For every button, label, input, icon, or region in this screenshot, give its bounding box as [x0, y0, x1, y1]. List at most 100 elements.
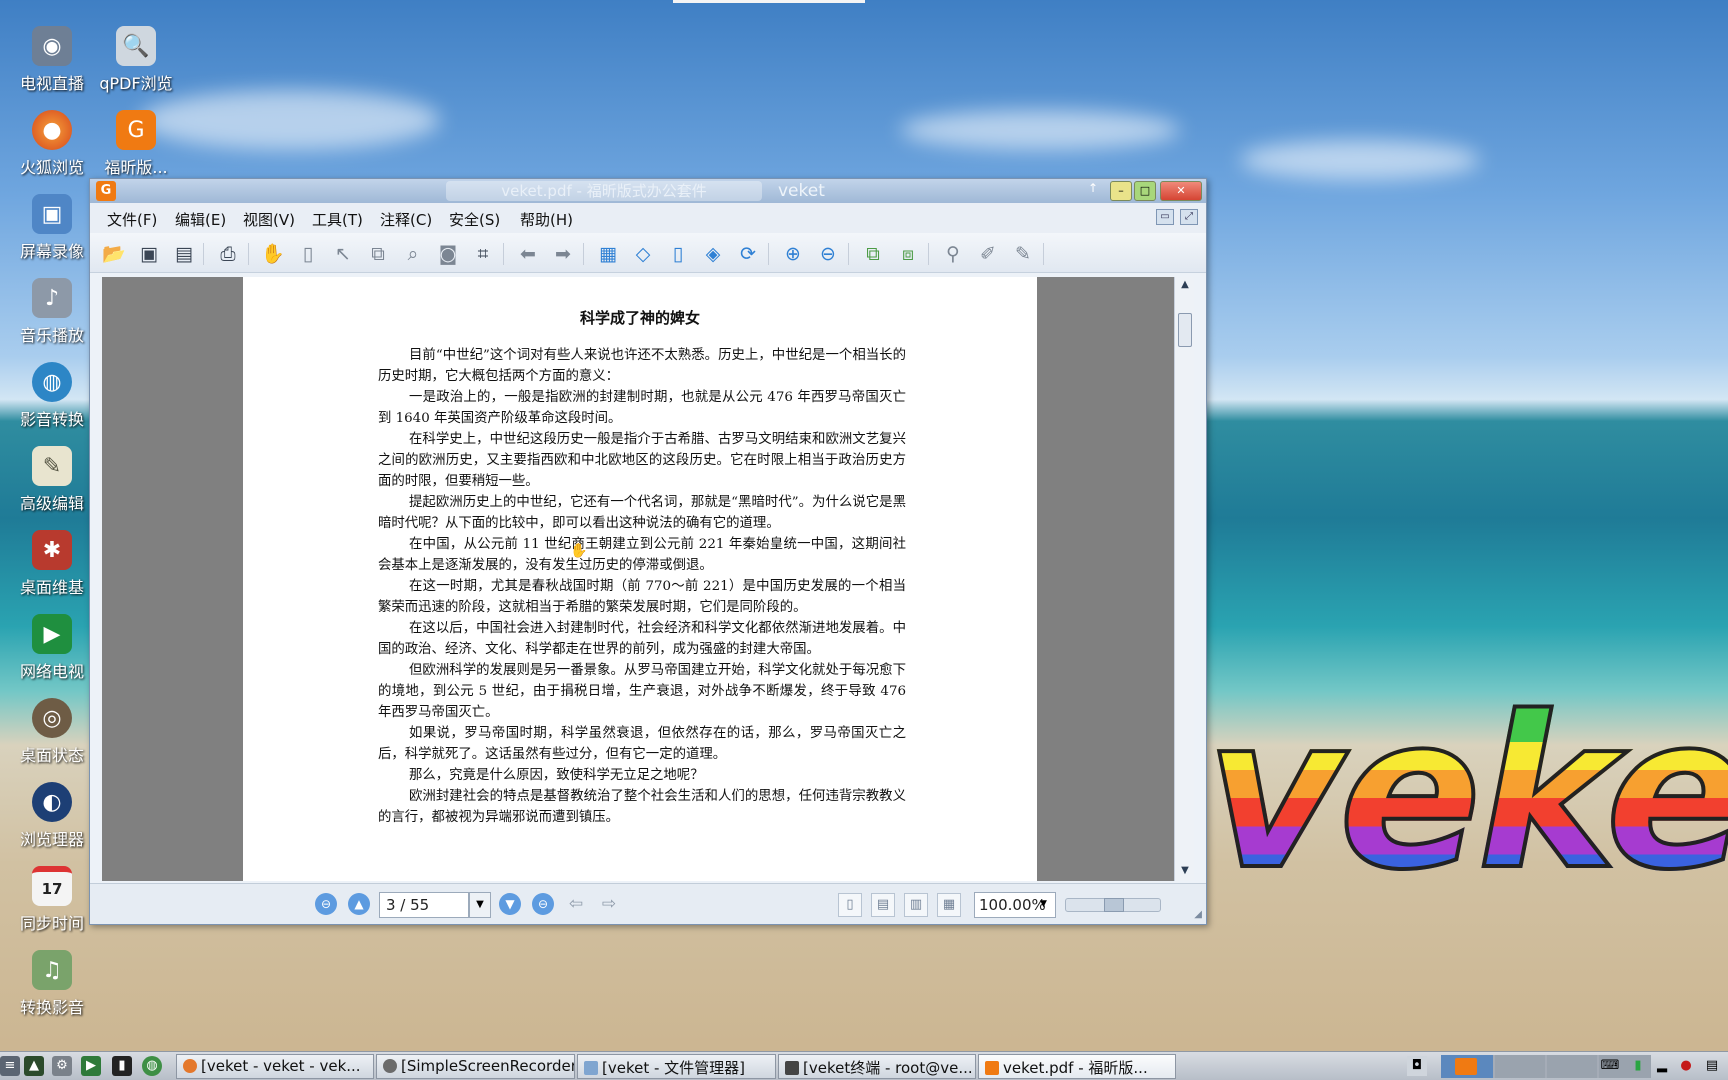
- restore-document-icon[interactable]: ▭: [1156, 209, 1174, 225]
- crop-icon[interactable]: ⌗: [470, 241, 496, 267]
- scroll-thumb[interactable]: [1178, 313, 1192, 347]
- menu-edit[interactable]: 编辑(E): [175, 209, 226, 230]
- desktop-icon-wiki[interactable]: ✱ 桌面维基: [8, 530, 96, 598]
- expand-icon[interactable]: ⤢: [1180, 209, 1198, 225]
- zoom-in-icon[interactable]: ⊕: [780, 241, 806, 267]
- task-terminal[interactable]: [veket终端 - root@ve...: [778, 1054, 976, 1079]
- wiki-icon: ✱: [32, 530, 72, 570]
- desktop-icon-net-tv[interactable]: ▶ 网络电视: [8, 614, 96, 682]
- keyboard-icon[interactable]: ⌨: [1600, 1056, 1620, 1076]
- scroll-down-icon[interactable]: ▼: [1177, 865, 1193, 879]
- pen-icon[interactable]: ✎: [1010, 241, 1036, 267]
- signal-icon[interactable]: ▂: [1652, 1056, 1672, 1076]
- shade-arrow-icon[interactable]: ↑: [1088, 181, 1098, 195]
- rotate-icon[interactable]: ⟳: [735, 241, 761, 267]
- task-browser[interactable]: [veket - veket - vek...: [176, 1054, 374, 1079]
- continuous-facing-icon[interactable]: ▦: [937, 893, 961, 917]
- zoom-dropdown-icon[interactable]: ▼: [1040, 899, 1047, 909]
- stamp-icon[interactable]: ⚲: [940, 241, 966, 267]
- desktop-icon-tv-live[interactable]: ◉ 电视直播: [8, 26, 96, 94]
- scroll-up-icon[interactable]: ▲: [1177, 279, 1193, 293]
- insert-page-icon[interactable]: ⧉: [860, 241, 886, 267]
- desktop-icon-convert-media[interactable]: ♫ 转换影音: [8, 950, 96, 1018]
- select-pointer-icon[interactable]: ↖: [330, 241, 356, 267]
- desktop-icon-firefox[interactable]: ● 火狐浏览: [8, 110, 96, 178]
- save-icon[interactable]: ▣: [136, 241, 162, 267]
- copy-icon[interactable]: ⧉: [365, 241, 391, 267]
- maximize-button[interactable]: □: [1134, 181, 1156, 201]
- next-page-icon[interactable]: ▼: [499, 893, 521, 915]
- terminal-icon[interactable]: ▮: [112, 1056, 132, 1076]
- snapshot-icon[interactable]: ◙: [435, 241, 461, 267]
- sign-tool-icon[interactable]: ✐: [975, 241, 1001, 267]
- print-icon[interactable]: ⎙: [215, 241, 241, 267]
- app-icon[interactable]: G: [96, 181, 116, 201]
- desktop-icon-browser-manager[interactable]: ◐ 浏览理器: [8, 782, 96, 850]
- desktop-icon-media-convert[interactable]: ◍ 影音转换: [8, 362, 96, 430]
- single-page-icon[interactable]: ▯: [838, 893, 862, 917]
- task-foxit[interactable]: veket.pdf - 福昕版...: [978, 1054, 1176, 1079]
- close-button[interactable]: ✕: [1160, 181, 1202, 201]
- paragraph: 那么，究竟是什么原因，致使科学无立足之地呢？: [409, 768, 704, 783]
- desktop-icon-label: 影音转换: [19, 410, 84, 429]
- fit-width-icon[interactable]: ▯: [665, 241, 691, 267]
- forward-view-icon[interactable]: ⇨: [598, 893, 620, 915]
- menu-security[interactable]: 安全(S): [449, 209, 500, 230]
- extract-page-icon[interactable]: ⧈: [895, 241, 921, 267]
- back-arrow-icon[interactable]: ⬅: [515, 241, 541, 267]
- select-text-icon[interactable]: ▯: [295, 241, 321, 267]
- battery-icon[interactable]: ▮: [1628, 1056, 1648, 1076]
- settings-icon[interactable]: ⚙: [52, 1056, 72, 1076]
- menu-help[interactable]: 帮助(H): [520, 209, 573, 230]
- minimize-button[interactable]: –: [1110, 181, 1132, 201]
- desktop-icon-music[interactable]: ♪ 音乐播放: [8, 278, 96, 346]
- task-file-manager[interactable]: [veket - 文件管理器]: [577, 1054, 776, 1079]
- page-number-input[interactable]: 3 / 55: [379, 892, 469, 918]
- page-dropdown-icon[interactable]: ▼: [469, 892, 491, 918]
- system-monitor-icon[interactable]: ▲: [24, 1056, 44, 1076]
- actual-size-icon[interactable]: ▦: [595, 241, 621, 267]
- forward-arrow-icon[interactable]: ➡: [550, 241, 576, 267]
- fit-visible-icon[interactable]: ◈: [700, 241, 726, 267]
- desktop-icon-screen-recorder[interactable]: ▣ 屏幕录像: [8, 194, 96, 262]
- pdf-page[interactable]: 科学成了神的婢女 目前“中世纪”这个词对有些人来说也许还不太熟悉。历史上，中世纪…: [243, 277, 1037, 881]
- media-player-icon[interactable]: ▶: [81, 1056, 101, 1076]
- record-icon[interactable]: ●: [1676, 1056, 1696, 1076]
- workspace-2[interactable]: [1495, 1055, 1545, 1078]
- menu-launcher-icon[interactable]: ≡: [0, 1056, 20, 1076]
- previous-page-icon[interactable]: ▲: [348, 893, 370, 915]
- desktop-icon-label: 同步时间: [19, 914, 84, 933]
- cloud: [1240, 140, 1480, 180]
- menu-comment[interactable]: 注释(C): [380, 209, 432, 230]
- desktop-icon-sync-time[interactable]: 17 同步时间: [8, 866, 96, 934]
- desktop-icon-desktop-status[interactable]: ◎ 桌面状态: [8, 698, 96, 766]
- screenshot-tray-icon[interactable]: ◘: [1407, 1056, 1427, 1076]
- zoom-slider-knob[interactable]: [1104, 898, 1124, 912]
- continuous-icon[interactable]: ▤: [871, 893, 895, 917]
- find-icon[interactable]: ⌕: [400, 241, 426, 267]
- vertical-scrollbar[interactable]: ▲ ▼: [1174, 277, 1194, 881]
- desktop-icon-advanced-editor[interactable]: ✎ 高级编辑: [8, 446, 96, 514]
- desktop-icon-qpdf[interactable]: 🔍 qPDF浏览: [92, 26, 180, 94]
- first-page-icon[interactable]: ⊖: [315, 893, 337, 915]
- resize-grip-icon[interactable]: ◢: [1194, 909, 1202, 920]
- back-view-icon[interactable]: ⇦: [565, 893, 587, 915]
- task-screen-recorder[interactable]: [SimpleScreenRecorder]: [376, 1054, 575, 1079]
- save-as-icon[interactable]: ▤: [171, 241, 197, 267]
- facing-icon[interactable]: ▥: [904, 893, 928, 917]
- menu-tools[interactable]: 工具(T): [312, 209, 363, 230]
- workspace-3[interactable]: [1547, 1055, 1597, 1078]
- title-bar[interactable]: G veket.pdf - 福昕版式办公套件 veket ↑ – □ ✕: [90, 179, 1206, 203]
- network-globe-icon[interactable]: ◍: [142, 1056, 162, 1076]
- zoom-slider[interactable]: [1065, 898, 1161, 912]
- clipboard-icon[interactable]: ▤: [1702, 1056, 1722, 1076]
- desktop-icon-foxit[interactable]: G 福昕版...: [92, 110, 180, 178]
- hand-tool-icon[interactable]: ✋: [260, 241, 286, 267]
- last-page-icon[interactable]: ⊖: [532, 893, 554, 915]
- fit-page-icon[interactable]: ◇: [630, 241, 656, 267]
- open-file-icon[interactable]: 📂: [101, 241, 127, 267]
- document-view[interactable]: 科学成了神的婢女 目前“中世纪”这个词对有些人来说也许还不太熟悉。历史上，中世纪…: [102, 277, 1182, 881]
- menu-file[interactable]: 文件(F): [107, 209, 157, 230]
- menu-view[interactable]: 视图(V): [243, 209, 295, 230]
- zoom-out-icon[interactable]: ⊖: [815, 241, 841, 267]
